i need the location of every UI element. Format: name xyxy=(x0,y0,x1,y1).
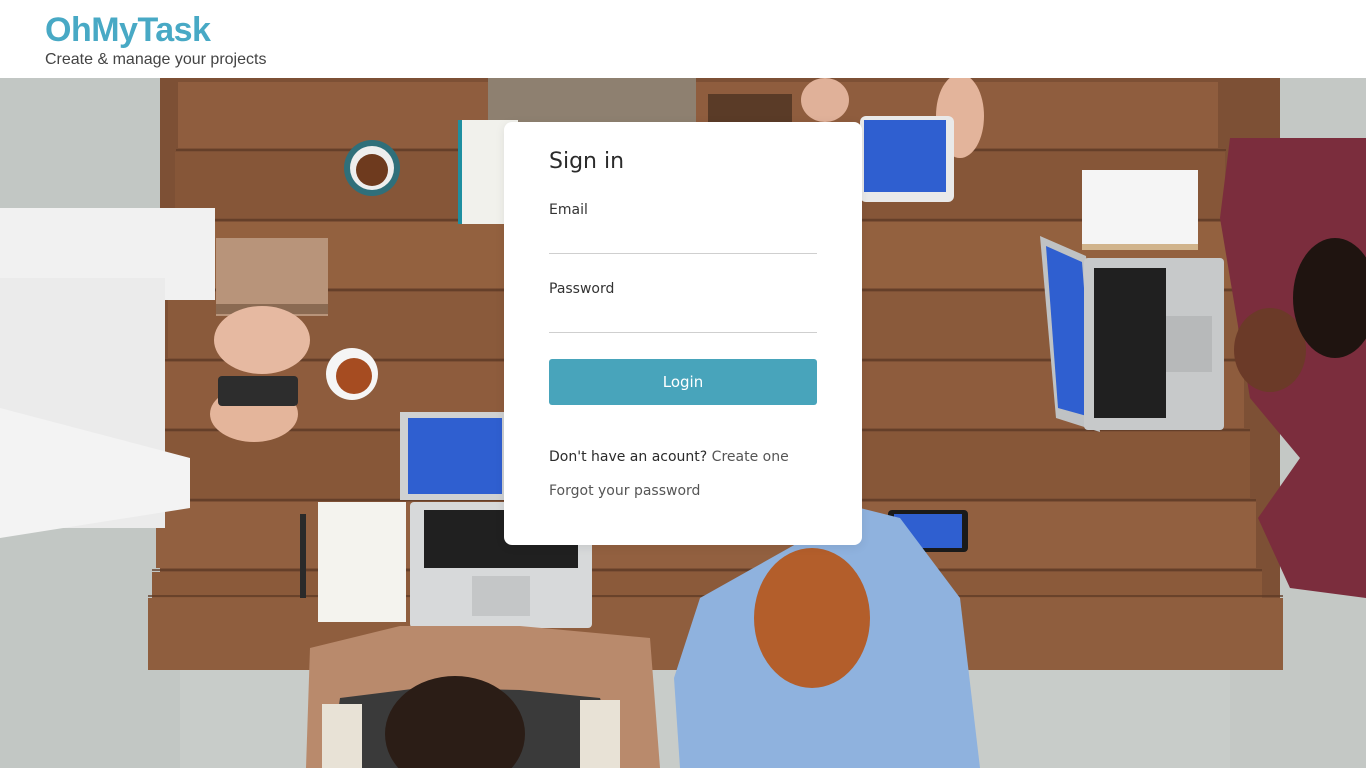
laptop-right xyxy=(1040,236,1224,432)
app-header: OhMyTask Create & manage your projects xyxy=(0,0,1366,78)
password-field[interactable] xyxy=(549,307,817,333)
login-card: Sign in Email Password Login Don't have … xyxy=(504,122,862,545)
signup-prompt: Don't have an acount? xyxy=(549,449,708,465)
sign-in-title: Sign in xyxy=(549,149,625,174)
signup-prompt-line: Don't have an acount? Create one xyxy=(549,449,789,465)
person-bottom-left xyxy=(306,626,660,768)
create-account-link[interactable]: Create one xyxy=(712,449,789,465)
email-field[interactable] xyxy=(549,228,817,254)
email-label: Email xyxy=(549,202,588,218)
password-label: Password xyxy=(549,281,615,297)
login-button[interactable]: Login xyxy=(549,359,817,405)
app-logo-title[interactable]: OhMyTask xyxy=(45,10,211,50)
forgot-password-link[interactable]: Forgot your password xyxy=(549,483,700,499)
app-tagline: Create & manage your projects xyxy=(45,51,267,68)
